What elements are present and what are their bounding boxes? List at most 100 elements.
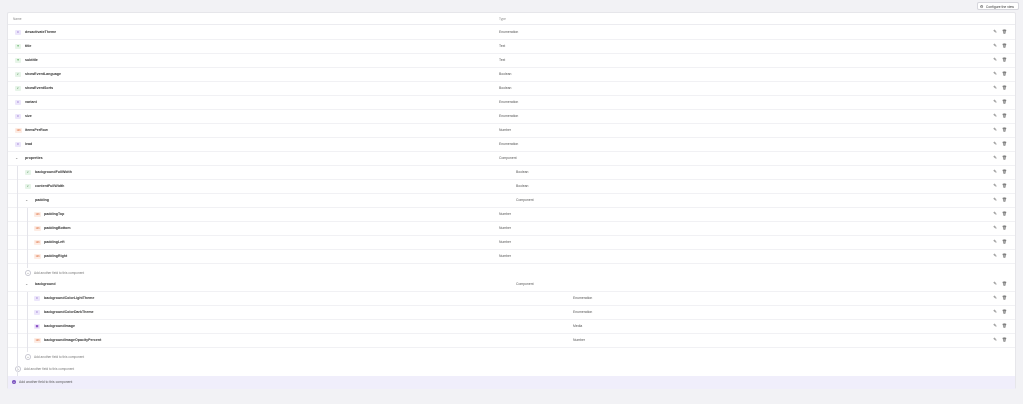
- field-row-backgroundColorDarkTheme[interactable]: ≡ backgroundColorDarkTheme Enumeration ✎ 🗑: [8, 306, 1015, 320]
- trash-icon[interactable]: 🗑: [1002, 337, 1007, 342]
- trash-icon[interactable]: 🗑: [1002, 309, 1007, 314]
- field-row-background[interactable]: ⌄ background Component ✎ 🗑: [8, 278, 1015, 292]
- field-type: Enumeration: [499, 142, 519, 146]
- text-type-icon: T: [15, 44, 21, 49]
- field-row-backgroundColorLightTheme[interactable]: ≡ backgroundColorLightTheme Enumeration ✎ 🗑: [8, 292, 1015, 306]
- pencil-icon[interactable]: ✎: [993, 295, 997, 301]
- add-field-button[interactable]: + Add another field to this component: [8, 376, 1015, 389]
- field-row-subtitle[interactable]: Tsubtitle Text ✎ 🗑: [8, 54, 1015, 68]
- trash-icon[interactable]: 🗑: [1002, 99, 1007, 104]
- field-row-itemsPerRow[interactable]: 123 itemsPerRow Number ✎ 🗑: [8, 124, 1015, 138]
- field-row-lead[interactable]: ≡ lead Enumeration ✎ 🗑: [8, 138, 1015, 152]
- field-row-paddingLeft[interactable]: 123 paddingLeft Number ✎ 🗑: [8, 236, 1015, 250]
- add-field-background-link[interactable]: + Add another field to this component: [25, 354, 84, 360]
- img-type-icon: ▣: [34, 324, 40, 329]
- pencil-icon[interactable]: ✎: [993, 169, 997, 175]
- pencil-icon[interactable]: ✎: [993, 309, 997, 315]
- field-row-showEventSorts[interactable]: ◐ showEventSorts Boolean ✎ 🗑: [8, 82, 1015, 96]
- pencil-icon[interactable]: ✎: [993, 99, 997, 105]
- field-name: lead: [25, 142, 33, 146]
- pencil-icon[interactable]: ✎: [993, 183, 997, 189]
- pencil-icon[interactable]: ✎: [993, 29, 997, 35]
- pencil-icon[interactable]: ✎: [993, 197, 997, 203]
- num-type-icon: 123: [34, 338, 41, 343]
- field-name: size: [25, 114, 32, 118]
- field-name: paddingBottom: [44, 226, 71, 230]
- pencil-icon[interactable]: ✎: [993, 57, 997, 63]
- add-field-properties-link[interactable]: +Add another field to this component: [15, 366, 74, 372]
- field-row-title[interactable]: Ttitle Text ✎ 🗑: [8, 40, 1015, 54]
- trash-icon[interactable]: 🗑: [1002, 225, 1007, 230]
- field-row-backgroundFullWidth[interactable]: ◐ backgroundFullWidth Boolean ✎ 🗑: [8, 166, 1015, 180]
- enum-type-icon: ≡: [34, 296, 40, 301]
- pencil-icon[interactable]: ✎: [993, 239, 997, 245]
- trash-icon[interactable]: 🗑: [1002, 295, 1007, 300]
- trash-icon[interactable]: 🗑: [1002, 253, 1007, 258]
- pencil-icon[interactable]: ✎: [993, 337, 997, 343]
- column-header-type: Type: [499, 17, 506, 21]
- pencil-icon[interactable]: ✎: [993, 323, 997, 329]
- enum-type-icon: ≡: [15, 30, 21, 35]
- trash-icon[interactable]: 🗑: [1002, 169, 1007, 174]
- field-row-padding[interactable]: ⌄ padding Component ✎ 🗑: [8, 194, 1015, 208]
- trash-icon[interactable]: 🗑: [1002, 127, 1007, 132]
- chevron-down-icon[interactable]: ⌄: [25, 197, 28, 202]
- field-row-desactivateTheme[interactable]: ≡ desactivateTheme Enumeration ✎ 🗑: [8, 26, 1015, 40]
- trash-icon[interactable]: 🗑: [1002, 43, 1007, 48]
- pencil-icon[interactable]: ✎: [993, 253, 997, 259]
- pencil-icon[interactable]: ✎: [993, 281, 997, 287]
- configure-view-button[interactable]: ⚙ Configure the view: [976, 2, 1019, 10]
- pencil-icon[interactable]: ✎: [993, 113, 997, 119]
- trash-icon[interactable]: 🗑: [1002, 57, 1007, 62]
- field-type: Enumeration: [573, 310, 593, 314]
- field-name: properties: [25, 156, 43, 160]
- field-row-contentFullWidth[interactable]: ◐ contentFullWidth Boolean ✎ 🗑: [8, 180, 1015, 194]
- bool-type-icon: ◐: [15, 72, 21, 77]
- num-type-icon: 123: [15, 128, 22, 133]
- field-type: Text: [499, 44, 506, 48]
- field-name: paddingTop: [44, 212, 65, 216]
- trash-icon[interactable]: 🗑: [1002, 323, 1007, 328]
- field-type: Boolean: [516, 170, 529, 174]
- trash-icon[interactable]: 🗑: [1002, 281, 1007, 286]
- add-field-padding-link[interactable]: + Add another field to this component: [25, 270, 84, 276]
- pencil-icon[interactable]: ✎: [993, 225, 997, 231]
- trash-icon[interactable]: 🗑: [1002, 239, 1007, 244]
- pencil-icon[interactable]: ✎: [993, 141, 997, 147]
- trash-icon[interactable]: 🗑: [1002, 141, 1007, 146]
- pencil-icon[interactable]: ✎: [993, 155, 997, 161]
- field-type: Component: [516, 198, 534, 202]
- field-row-size[interactable]: ≡ size Enumeration ✎ 🗑: [8, 110, 1015, 124]
- field-name: desactivateTheme: [25, 30, 57, 34]
- trash-icon[interactable]: 🗑: [1002, 211, 1007, 216]
- trash-icon[interactable]: 🗑: [1002, 71, 1007, 76]
- field-type: Enumeration: [499, 114, 519, 118]
- trash-icon[interactable]: 🗑: [1002, 183, 1007, 188]
- trash-icon[interactable]: 🗑: [1002, 113, 1007, 118]
- pencil-icon[interactable]: ✎: [993, 211, 997, 217]
- plus-icon: +: [25, 354, 31, 360]
- pencil-icon[interactable]: ✎: [993, 71, 997, 77]
- pencil-icon[interactable]: ✎: [993, 43, 997, 49]
- field-row-properties[interactable]: ⌄ properties Component ✎ 🗑: [8, 152, 1015, 166]
- field-row-paddingTop[interactable]: 123 paddingTop Number ✎ 🗑: [8, 208, 1015, 222]
- trash-icon[interactable]: 🗑: [1002, 155, 1007, 160]
- trash-icon[interactable]: 🗑: [1002, 29, 1007, 34]
- field-name: background: [35, 282, 56, 286]
- field-row-backgroundImageOpacityPercent[interactable]: 123 backgroundImageOpacityPercent Number ✎ 🗑: [8, 334, 1015, 348]
- trash-icon[interactable]: 🗑: [1002, 197, 1007, 202]
- field-row-showEventLanguage[interactable]: ◐ showEventLanguage Boolean ✎ 🗑: [8, 68, 1015, 82]
- chevron-down-icon[interactable]: ⌄: [25, 281, 28, 286]
- num-type-icon: 123: [34, 212, 41, 217]
- plus-icon: +: [25, 270, 31, 276]
- pencil-icon[interactable]: ✎: [993, 127, 997, 133]
- pencil-icon[interactable]: ✎: [993, 85, 997, 91]
- field-name: subtitle: [25, 58, 38, 62]
- chevron-down-icon[interactable]: ⌄: [15, 155, 18, 160]
- field-row-variant[interactable]: ≡ variant Enumeration ✎ 🗑: [8, 96, 1015, 110]
- field-name: paddingRight: [44, 254, 68, 258]
- field-row-paddingBottom[interactable]: 123 paddingBottom Number ✎ 🗑: [8, 222, 1015, 236]
- field-row-paddingRight[interactable]: 123 paddingRight Number ✎ 🗑: [8, 250, 1015, 264]
- field-row-backgroundImage[interactable]: ▣ backgroundImage Media ✎ 🗑: [8, 320, 1015, 334]
- trash-icon[interactable]: 🗑: [1002, 85, 1007, 90]
